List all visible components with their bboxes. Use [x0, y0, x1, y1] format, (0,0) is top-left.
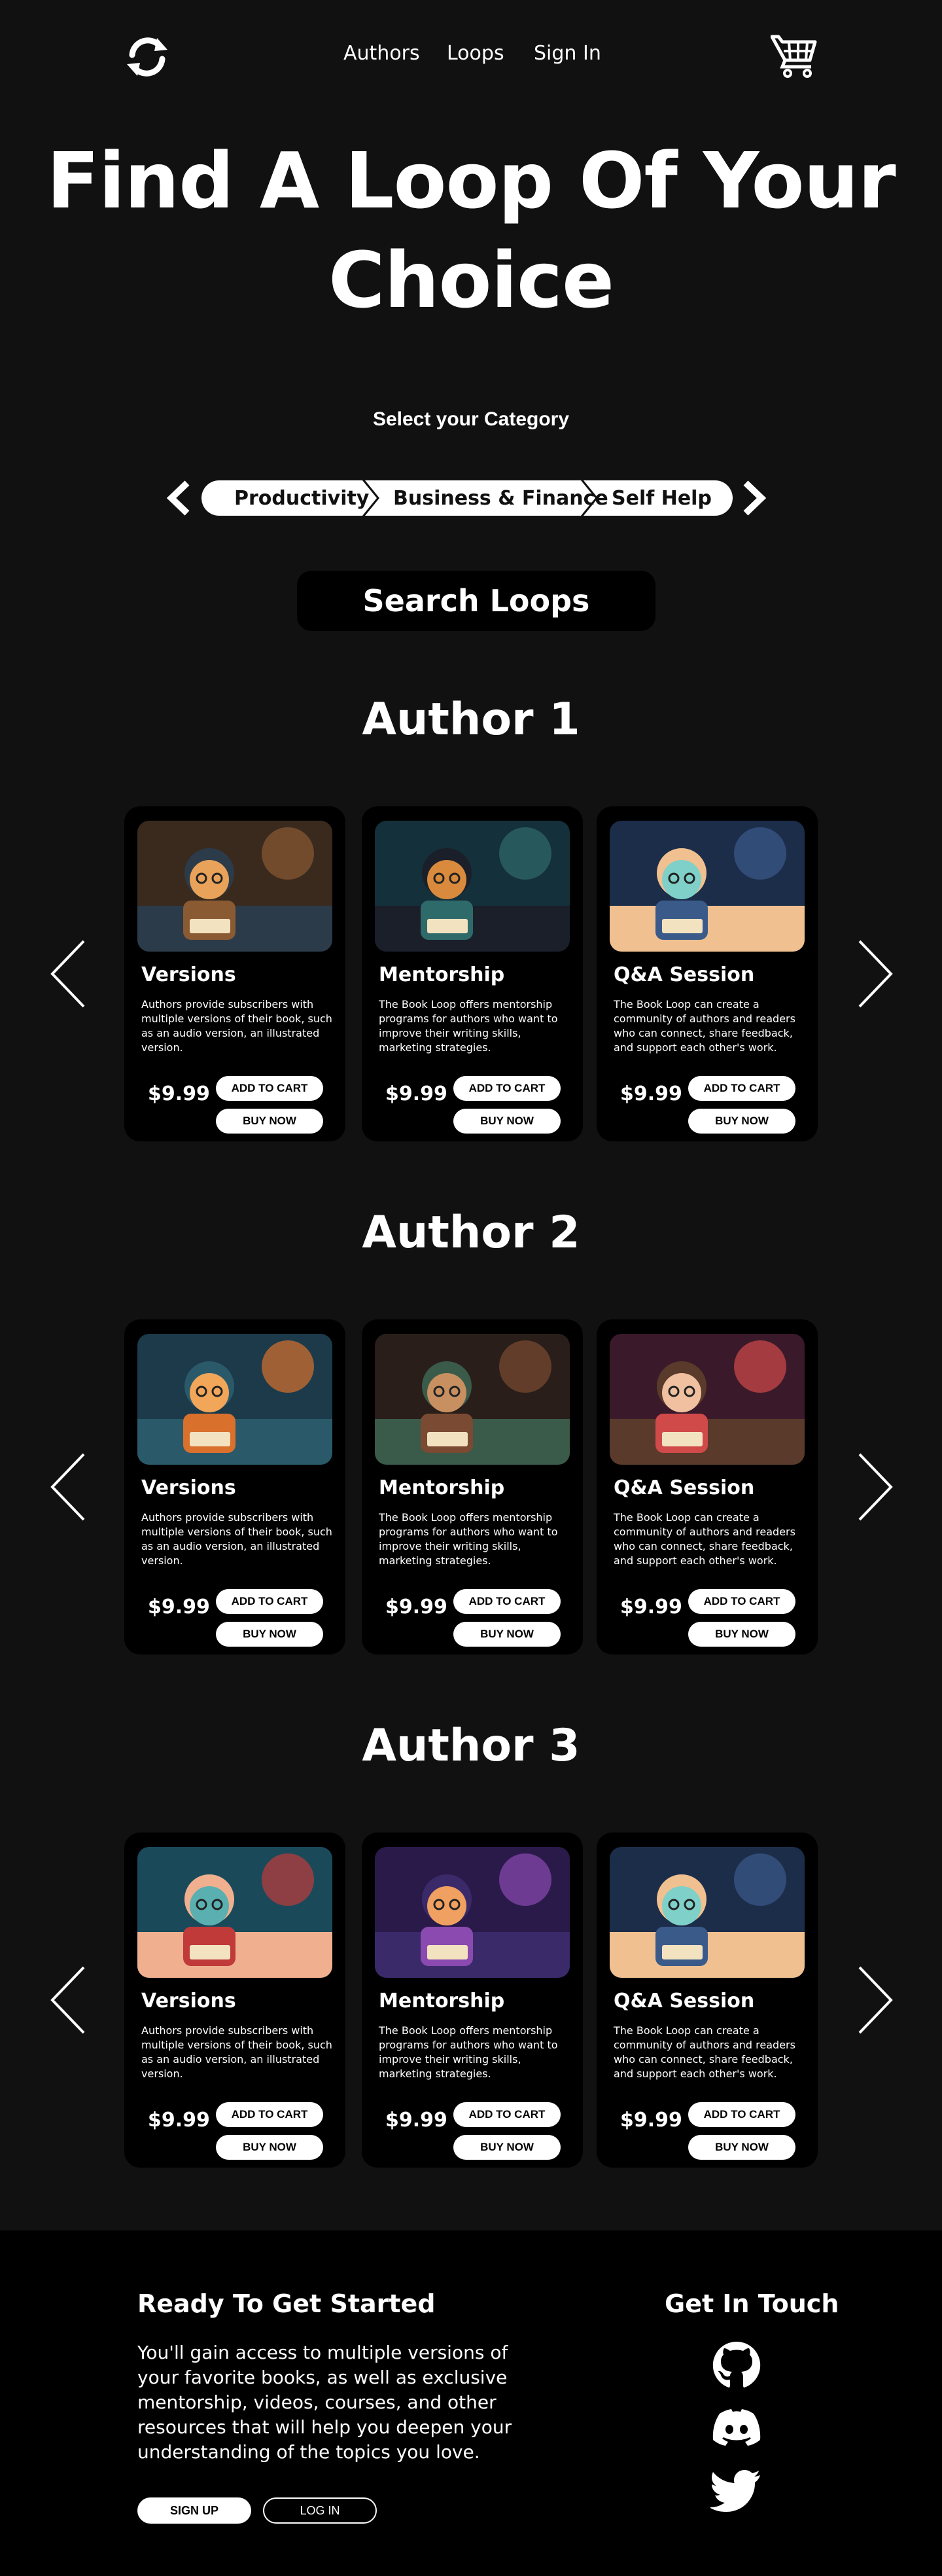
slider-right-arrow-icon[interactable]: [854, 939, 896, 1009]
card-illustration: [137, 1847, 332, 1978]
category-selector: Productivity Business & Finance Self Hel…: [157, 476, 785, 520]
footer: Ready To Get Started You'll gain access …: [0, 2230, 942, 2576]
buy-now-button[interactable]: BUY NOW: [453, 1622, 561, 1647]
card-price: $9.99: [385, 2109, 447, 2132]
card-price: $9.99: [385, 1082, 447, 1105]
author-title: Author 1: [362, 694, 580, 745]
search-loops-button[interactable]: Search Loops: [297, 571, 655, 631]
card-description: The Book Loop offers mentorship programs…: [379, 1511, 558, 1567]
discord-icon[interactable]: [710, 2402, 763, 2454]
card-price: $9.99: [148, 1082, 210, 1105]
add-to-cart-button[interactable]: ADD TO CART: [688, 2102, 795, 2127]
card-price: $9.99: [148, 2109, 210, 2132]
card-illustration: [137, 1334, 332, 1465]
loop-logo-icon[interactable]: [124, 35, 170, 79]
nav-sign-in[interactable]: Sign In: [534, 42, 601, 65]
slider-right-arrow-icon[interactable]: [854, 1452, 896, 1522]
card-description: The Book Loop offers mentorship programs…: [379, 2024, 558, 2080]
github-icon[interactable]: [710, 2339, 763, 2391]
loop-card: Versions Authors provide subscribers with…: [124, 806, 345, 1141]
card-title: Mentorship: [379, 1476, 505, 1499]
loop-card: Versions Authors provide subscribers with…: [124, 1319, 345, 1655]
add-to-cart-button[interactable]: ADD TO CART: [453, 1589, 561, 1614]
hero-title: Find A Loop Of Your Choice: [0, 131, 942, 330]
twitter-icon[interactable]: [710, 2465, 763, 2517]
card-title: Mentorship: [379, 963, 505, 986]
card-title: Versions: [141, 963, 236, 986]
card-description: Authors provide subscribers with multipl…: [141, 1511, 332, 1567]
add-to-cart-button[interactable]: ADD TO CART: [453, 2102, 561, 2127]
category-label: Select your Category: [372, 408, 570, 430]
card-illustration: [610, 1847, 805, 1978]
hero-title-line-2: Choice: [328, 235, 614, 325]
card-title: Versions: [141, 1990, 236, 2012]
category-pills: Productivity Business & Finance Self Hel…: [200, 479, 734, 517]
card-title: Q&A Session: [614, 1990, 755, 2012]
add-to-cart-button[interactable]: ADD TO CART: [688, 1589, 795, 1614]
loop-card: Q&A Session The Book Loop can create a co…: [597, 1319, 818, 1655]
card-description: Authors provide subscribers with multipl…: [141, 2024, 332, 2080]
buy-now-button[interactable]: BUY NOW: [216, 1109, 323, 1134]
buy-now-button[interactable]: BUY NOW: [688, 1109, 795, 1134]
category-productivity[interactable]: Productivity: [234, 487, 369, 510]
get-in-touch-title: Get In Touch: [665, 2289, 839, 2318]
author-title: Author 3: [362, 1720, 580, 1772]
buy-now-button[interactable]: BUY NOW: [453, 1109, 561, 1134]
card-description: The Book Loop can create a community of …: [614, 2024, 795, 2080]
card-illustration: [137, 821, 332, 952]
card-description: Authors provide subscribers with multipl…: [141, 998, 332, 1054]
add-to-cart-button[interactable]: ADD TO CART: [216, 1589, 323, 1614]
card-price: $9.99: [620, 1082, 682, 1105]
loop-card: Q&A Session The Book Loop can create a co…: [597, 1833, 818, 2168]
category-business-finance[interactable]: Business & Finance: [393, 487, 608, 510]
loop-card: Mentorship The Book Loop offers mentorshi…: [362, 806, 583, 1141]
log-in-button[interactable]: LOG IN: [263, 2497, 377, 2524]
slider-left-arrow-icon[interactable]: [47, 1965, 89, 2035]
card-price: $9.99: [148, 1596, 210, 1619]
card-illustration: [375, 1334, 570, 1465]
card-illustration: [610, 821, 805, 952]
category-next-arrow-icon[interactable]: [739, 479, 771, 517]
card-title: Q&A Session: [614, 963, 755, 986]
buy-now-button[interactable]: BUY NOW: [216, 2135, 323, 2160]
buy-now-button[interactable]: BUY NOW: [216, 1622, 323, 1647]
slider-left-arrow-icon[interactable]: [47, 939, 89, 1009]
buy-now-button[interactable]: BUY NOW: [453, 2135, 561, 2160]
card-price: $9.99: [385, 1596, 447, 1619]
sign-up-button[interactable]: SIGN UP: [137, 2497, 251, 2524]
add-to-cart-button[interactable]: ADD TO CART: [216, 1076, 323, 1101]
card-description: The Book Loop offers mentorship programs…: [379, 998, 558, 1054]
card-illustration: [375, 821, 570, 952]
loop-card: Q&A Session The Book Loop can create a co…: [597, 806, 818, 1141]
slider-right-arrow-icon[interactable]: [854, 1965, 896, 2035]
site-header: Authors Loops Sign In: [0, 0, 942, 111]
slider-left-arrow-icon[interactable]: [47, 1452, 89, 1522]
card-title: Q&A Session: [614, 1476, 755, 1499]
card-description: The Book Loop can create a community of …: [614, 998, 795, 1054]
nav-authors[interactable]: Authors: [343, 42, 420, 65]
footer-text: You'll gain access to multiple versions …: [137, 2342, 512, 2463]
card-illustration: [610, 1334, 805, 1465]
cart-icon[interactable]: [771, 33, 818, 79]
buy-now-button[interactable]: BUY NOW: [688, 1622, 795, 1647]
buy-now-button[interactable]: BUY NOW: [688, 2135, 795, 2160]
add-to-cart-button[interactable]: ADD TO CART: [453, 1076, 561, 1101]
loop-card: Versions Authors provide subscribers with…: [124, 1833, 345, 2168]
card-title: Versions: [141, 1476, 236, 1499]
card-description: The Book Loop can create a community of …: [614, 1511, 795, 1567]
hero-title-line-1: Find A Loop Of Your: [46, 135, 896, 226]
category-prev-arrow-icon[interactable]: [162, 479, 194, 517]
author-title: Author 2: [362, 1207, 580, 1259]
card-price: $9.99: [620, 1596, 682, 1619]
loop-card: Mentorship The Book Loop offers mentorshi…: [362, 1319, 583, 1655]
footer-title: Ready To Get Started: [137, 2289, 436, 2318]
loop-card: Mentorship The Book Loop offers mentorshi…: [362, 1833, 583, 2168]
nav-loops[interactable]: Loops: [447, 42, 504, 65]
card-title: Mentorship: [379, 1990, 505, 2012]
card-price: $9.99: [620, 2109, 682, 2132]
add-to-cart-button[interactable]: ADD TO CART: [688, 1076, 795, 1101]
category-self-help[interactable]: Self Help: [612, 487, 712, 510]
card-illustration: [375, 1847, 570, 1978]
add-to-cart-button[interactable]: ADD TO CART: [216, 2102, 323, 2127]
